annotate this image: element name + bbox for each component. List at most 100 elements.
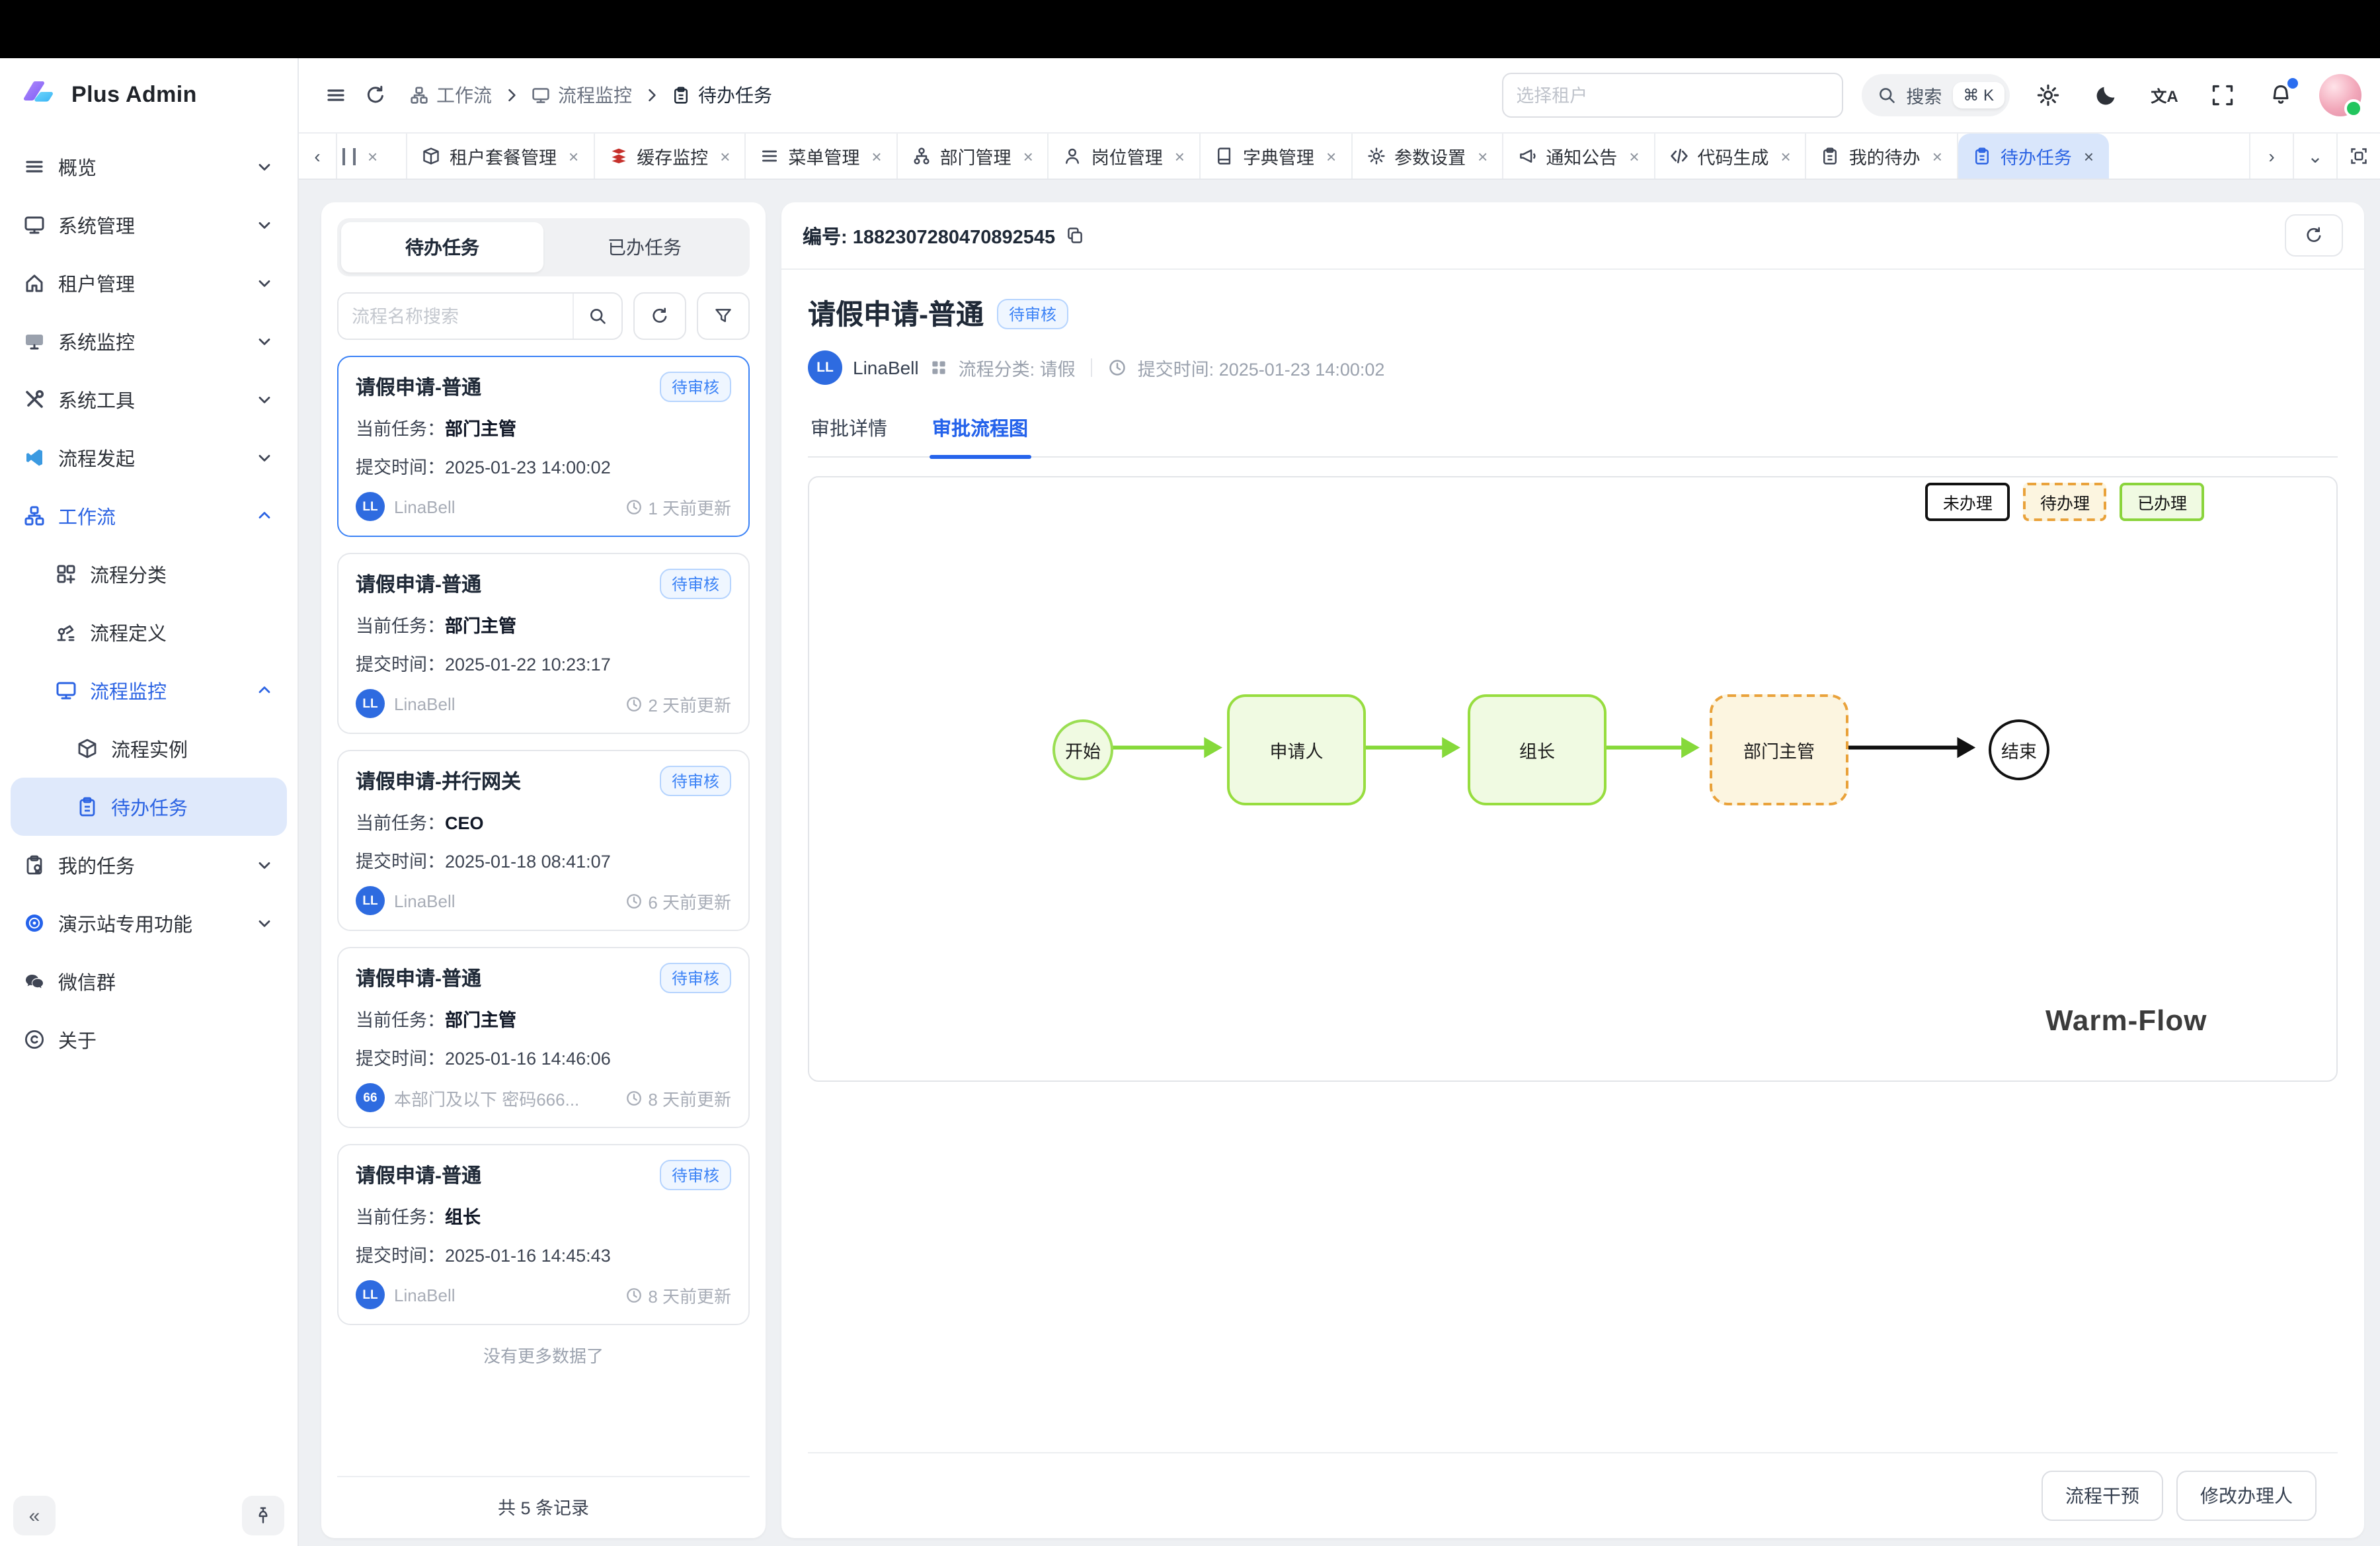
process-intervention-button[interactable]: 流程干预: [2042, 1471, 2163, 1521]
close-icon[interactable]: ×: [1781, 146, 1791, 166]
tab-approval-flowchart[interactable]: 审批流程图: [930, 406, 1031, 456]
refresh-icon: [2305, 226, 2323, 245]
sidebar-item-label: 流程实例: [111, 735, 188, 762]
close-icon[interactable]: ×: [1478, 146, 1488, 166]
content-fullscreen-button[interactable]: [2336, 134, 2380, 179]
reset-button[interactable]: [633, 292, 686, 340]
search-button[interactable]: [573, 294, 621, 339]
close-icon[interactable]: ×: [1326, 146, 1336, 166]
tab-param-settings[interactable]: 参数设置×: [1352, 134, 1503, 179]
close-icon[interactable]: ×: [871, 146, 881, 166]
sidebar-item-todo-tasks[interactable]: 待办任务: [11, 778, 287, 836]
close-icon[interactable]: ×: [368, 146, 377, 166]
logo-text: Plus Admin: [71, 82, 197, 108]
change-assignee-button[interactable]: 修改办理人: [2176, 1471, 2317, 1521]
clock-icon: [625, 695, 643, 712]
tab-tenant-package[interactable]: 租户套餐管理×: [407, 134, 594, 179]
close-icon[interactable]: ×: [1175, 146, 1185, 166]
close-icon[interactable]: ×: [1932, 146, 1942, 166]
fullscreen-button[interactable]: [2203, 75, 2242, 115]
design-icon: [56, 622, 77, 643]
detail-refresh-button[interactable]: [2285, 214, 2343, 257]
refresh-page-button[interactable]: [365, 85, 386, 106]
sidebar-item-process-definition[interactable]: 流程定义: [11, 603, 287, 661]
tabs-dropdown-button[interactable]: ⌄: [2293, 134, 2336, 179]
settings-button[interactable]: [2028, 75, 2068, 115]
tab-department-management[interactable]: 部门管理×: [898, 134, 1049, 179]
person-icon: [1064, 147, 1082, 165]
clipboard-icon: [672, 86, 690, 104]
sitemap-icon: [410, 86, 428, 104]
tab-my-todo[interactable]: 我的待办×: [1807, 134, 1958, 179]
sidebar-item-process-instance[interactable]: 流程实例: [11, 719, 287, 778]
menu-toggle-button[interactable]: [325, 85, 346, 106]
sidebar-collapse-button[interactable]: «: [13, 1496, 56, 1535]
tab-dict-management[interactable]: 字典管理×: [1201, 134, 1352, 179]
sidebar-item-system-monitor[interactable]: 系统监控: [11, 312, 287, 370]
code-icon: [1670, 147, 1688, 165]
dark-mode-button[interactable]: [2086, 75, 2126, 115]
notifications-button[interactable]: [2261, 75, 2301, 115]
toggle-done-tasks[interactable]: 已办任务: [543, 222, 746, 272]
task-card[interactable]: 请假申请-普通 待审核 当前任务：组长 提交时间：2025-01-16 14:4…: [337, 1144, 750, 1325]
tab-code-gen[interactable]: 代码生成×: [1655, 134, 1807, 179]
tenant-select-input[interactable]: [1501, 73, 1843, 118]
sidebar-item-tenant-management[interactable]: 租户管理: [11, 254, 287, 312]
monitor-icon: [24, 214, 45, 235]
close-icon[interactable]: ×: [1629, 146, 1639, 166]
sidebar-item-overview[interactable]: 概览: [11, 138, 287, 196]
sidebar-item-wechat-group[interactable]: 微信群: [11, 952, 287, 1010]
breadcrumb: 工作流 流程监控 待办任务: [410, 82, 772, 108]
sidebar-item-workflow[interactable]: 工作流: [11, 487, 287, 545]
chevron-left-icon: ‹: [314, 145, 320, 167]
sidebar-item-process-category[interactable]: 流程分类: [11, 545, 287, 603]
sidebar-item-about[interactable]: 关于: [11, 1010, 287, 1069]
close-icon[interactable]: ×: [569, 146, 578, 166]
tab-notice[interactable]: 通知公告×: [1503, 134, 1655, 179]
breadcrumb-item-todo-tasks[interactable]: 待办任务: [672, 82, 772, 108]
sidebar-pin-button[interactable]: [242, 1496, 284, 1535]
tab-todo-tasks[interactable]: 待办任务×: [1958, 134, 2108, 179]
filter-button[interactable]: [697, 292, 750, 340]
task-card[interactable]: 请假申请-普通 待审核 当前任务：部门主管 提交时间：2025-01-23 14…: [337, 356, 750, 537]
submit-time: 提交时间: 2025-01-23 14:00:02: [1138, 354, 1385, 381]
language-button[interactable]: 文A: [2145, 75, 2184, 115]
process-search-input[interactable]: [338, 294, 573, 339]
close-icon[interactable]: ×: [2084, 146, 2094, 166]
sidebar-item-system-tools[interactable]: 系统工具: [11, 370, 287, 428]
tab-menu-management[interactable]: 菜单管理×: [746, 134, 897, 179]
user-avatar[interactable]: [2319, 74, 2361, 116]
task-card-list: 请假申请-普通 待审核 当前任务：部门主管 提交时间：2025-01-23 14…: [337, 356, 750, 1325]
close-icon[interactable]: ×: [720, 146, 730, 166]
tabs-scroll-right-button[interactable]: ›: [2249, 134, 2293, 179]
tab-approval-details[interactable]: 审批详情: [808, 406, 890, 456]
tab-cache-monitor[interactable]: 缓存监控×: [594, 134, 746, 179]
grid-plus-icon: [56, 563, 77, 585]
app-window: Plus Admin 概览 系统管理 租户管理: [0, 0, 2380, 1546]
copy-button[interactable]: [1066, 226, 1084, 245]
task-card[interactable]: 请假申请-普通 待审核 当前任务：部门主管 提交时间：2025-01-16 14…: [337, 947, 750, 1128]
search-icon: [1877, 86, 1895, 104]
sidebar-item-process-monitor[interactable]: 流程监控: [11, 661, 287, 719]
tabs-scroll-left-button[interactable]: ‹: [299, 134, 337, 179]
chevron-down-icon: [255, 332, 274, 350]
sidebar-item-system-management[interactable]: 系统管理: [11, 196, 287, 254]
breadcrumb-item-workflow[interactable]: 工作流: [410, 82, 492, 108]
tab-post-management[interactable]: 岗位管理×: [1049, 134, 1201, 179]
user-name: LinaBell: [853, 357, 919, 378]
tab-clipped[interactable]: ×: [337, 134, 407, 179]
status-badge: 待审核: [660, 766, 731, 796]
toggle-todo-tasks[interactable]: 待办任务: [341, 222, 543, 272]
breadcrumb-item-process-monitor[interactable]: 流程监控: [532, 82, 632, 108]
task-card[interactable]: 请假申请-普通 待审核 当前任务：部门主管 提交时间：2025-01-22 10…: [337, 553, 750, 734]
task-card[interactable]: 请假申请-并行网关 待审核 当前任务：CEO 提交时间：2025-01-18 0…: [337, 750, 750, 931]
sidebar-item-my-tasks[interactable]: 我的任务: [11, 836, 287, 894]
search-label: 搜索: [1906, 82, 1942, 108]
sidebar-item-demo-features[interactable]: 演示站专用功能: [11, 894, 287, 952]
sidebar-item-process-start[interactable]: 流程发起: [11, 428, 287, 487]
copy-icon: [1066, 226, 1084, 245]
sidebar-item-label: 流程发起: [58, 444, 135, 471]
gear-icon: [2036, 83, 2060, 107]
global-search-button[interactable]: 搜索 ⌘ K: [1861, 74, 2010, 116]
close-icon[interactable]: ×: [1023, 146, 1033, 166]
